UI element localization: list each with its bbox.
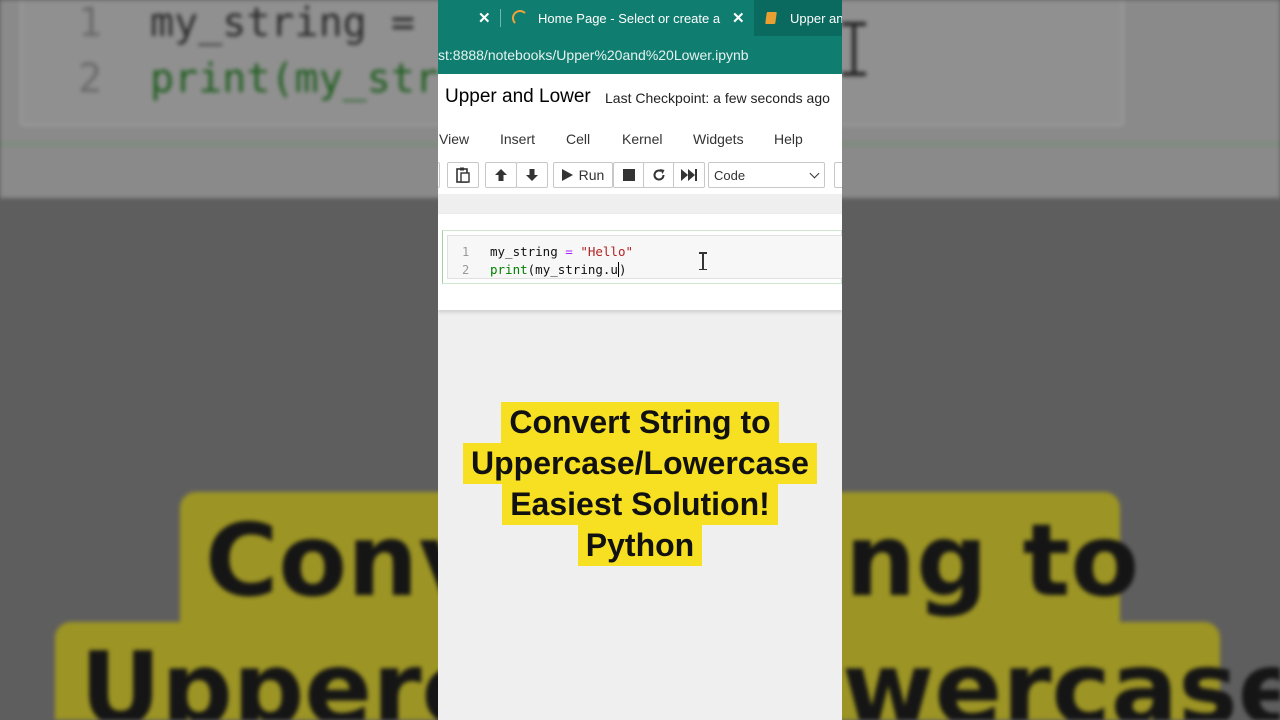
cell-type-select[interactable]: Code [708,162,825,188]
run-button[interactable]: Run [553,162,613,188]
background-line-number: 2 [78,56,103,102]
menu-view[interactable]: View [439,131,469,147]
menu-cell[interactable]: Cell [566,131,590,147]
notebook-menubar: View Insert Cell Kernel Widgets Help [438,122,842,159]
notebook-header: Upper and Lower Last Checkpoint: a few s… [438,74,842,122]
notebook-container: 1 my_string = "Hello" 2 print(my_string.… [438,214,842,310]
restart-icon [653,169,665,181]
stop-icon [623,169,635,181]
move-up-button[interactable] [485,162,517,188]
code-operator: = [557,244,581,259]
close-icon[interactable]: ✕ [732,9,745,27]
menu-insert[interactable]: Insert [500,131,535,147]
video-panel: ✕ Home Page - Select or create a n ✕ Upp… [438,0,842,720]
fast-forward-icon [681,169,697,181]
chevron-down-icon [809,168,820,179]
background-caption-text: Upperc [80,630,481,720]
address-bar[interactable]: st:8888/notebooks/Upper%20and%20Lower.ip… [438,36,842,74]
restart-run-all-button[interactable] [673,162,705,188]
caption-line: Uppercase/Lowercase [463,443,817,484]
notebook-title[interactable]: Upper and Lower [445,86,591,108]
background-caption-text: ng to [845,502,1140,619]
tab-upper-and-lower[interactable]: Upper an [754,0,842,36]
play-icon [561,169,573,181]
cell-type-value: Code [714,168,746,183]
checkpoint-status: Last Checkpoint: a few seconds ago ( [605,90,842,106]
caption-line: Easiest Solution! [502,484,778,525]
video-caption: Convert String to Uppercase/Lowercase Ea… [438,402,842,566]
previous-tab-close[interactable]: ✕ [478,0,491,36]
code-variable: my_string [490,244,558,259]
checkpoint-text: Last Checkpoint: a few seconds ago [605,90,830,106]
interrupt-button[interactable] [613,162,645,188]
arrow-up-icon [495,169,507,181]
background-code-line: print(my_str [150,56,439,102]
code-line: print(my_string.u) [490,262,627,277]
code-paren: ) [617,262,627,277]
code-string: "Hello" [580,244,633,259]
url-text: st:8888/notebooks/Upper%20and%20Lower.ip… [438,47,749,63]
browser-tab-bar: ✕ Home Page - Select or create a n ✕ Upp… [438,0,842,36]
tab-label: Upper an [790,10,842,26]
background-ibeam-icon [842,22,866,76]
move-down-button[interactable] [516,162,548,188]
notebook-toolbar: Run Code [438,158,842,194]
code-editor[interactable]: 1 my_string = "Hello" 2 print(my_string.… [447,235,842,279]
background-line-number: 1 [78,0,103,46]
code-line: my_string = "Hello" [490,244,633,259]
arrow-down-icon [526,169,538,181]
line-number: 2 [462,263,470,277]
run-label: Run [578,167,605,183]
code-cell[interactable]: 1 my_string = "Hello" 2 print(my_string.… [442,230,842,284]
caption-line: Convert String to [501,402,779,443]
paste-icon [456,167,470,183]
loading-spinner-icon [512,10,528,26]
close-icon[interactable]: ✕ [478,9,491,27]
tab-home-page[interactable]: Home Page - Select or create a n ✕ [512,0,745,36]
tab-label: Home Page - Select or create a n [538,10,722,26]
menu-kernel[interactable]: Kernel [622,131,662,147]
ibeam-cursor-icon [699,252,707,270]
copy-button[interactable] [438,162,440,188]
command-palette-button[interactable] [834,162,842,188]
code-function: print [490,262,528,277]
restart-button[interactable] [643,162,675,188]
tab-separator [500,9,501,27]
caption-line: Python [577,525,703,566]
background-code-line: my_string = [150,0,415,46]
menu-widgets[interactable]: Widgets [693,131,744,147]
paste-button[interactable] [447,162,479,188]
line-number: 1 [462,245,470,259]
menu-help[interactable]: Help [774,131,803,147]
notebook-icon [765,12,777,24]
code-argument: (my_string.u [527,262,618,277]
background-caption-text: wercase [842,630,1280,720]
